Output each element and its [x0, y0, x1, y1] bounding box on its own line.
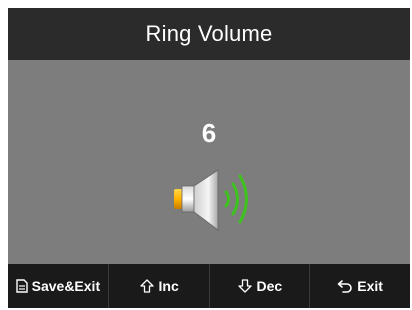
- save-exit-label: Save&Exit: [31, 278, 101, 294]
- inc-button[interactable]: Inc: [109, 264, 210, 308]
- softkey-bar: Save&Exit Inc Dec Exit: [8, 264, 410, 308]
- exit-button[interactable]: Exit: [310, 264, 410, 308]
- dec-button[interactable]: Dec: [210, 264, 311, 308]
- speaker-volume-icon: [174, 169, 248, 231]
- phone-screen: Ring Volume 6 Save&Exit Inc Dec Exit: [8, 8, 410, 308]
- title-bar: Ring Volume: [8, 8, 410, 60]
- arrow-up-icon: [139, 278, 155, 294]
- inc-label: Inc: [158, 278, 179, 294]
- volume-level: 6: [201, 118, 217, 148]
- page-title: Ring Volume: [145, 21, 273, 46]
- arrow-down-icon: [237, 278, 253, 294]
- save-exit-button[interactable]: Save&Exit: [8, 264, 109, 308]
- back-arrow-icon: [337, 279, 353, 293]
- dec-label: Dec: [256, 278, 283, 294]
- save-icon: [15, 279, 28, 293]
- volume-panel: 6: [8, 60, 410, 264]
- exit-label: Exit: [357, 278, 383, 294]
